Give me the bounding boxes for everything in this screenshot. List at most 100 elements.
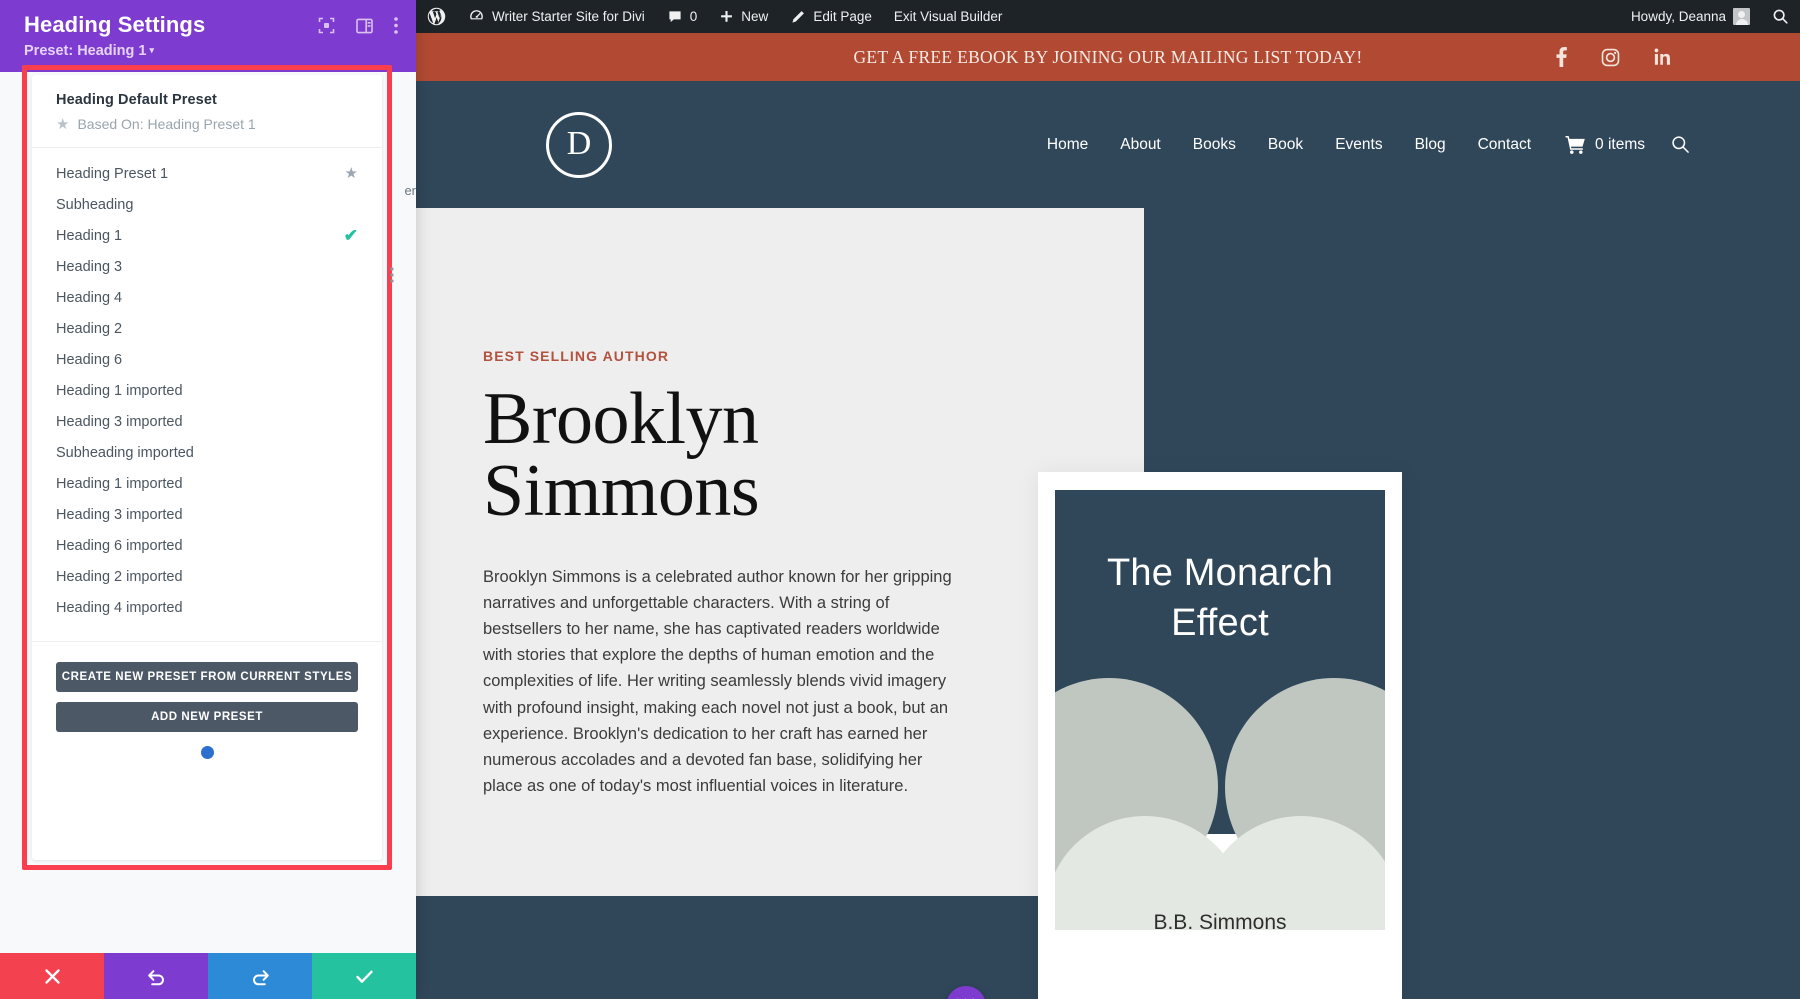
panel-action-bar <box>0 953 416 999</box>
book-title-line1: The Monarch <box>1106 552 1334 594</box>
preset-list-item[interactable]: Heading 3 <box>32 251 382 282</box>
panel-header: Heading Settings Preset: Heading 1 ▾ <box>0 0 416 72</box>
panel-body: er Heading Default Preset ★ Based On: He… <box>0 65 416 953</box>
edit-page-menu[interactable]: Edit Page <box>779 0 883 33</box>
nav-link[interactable]: Books <box>1177 136 1252 154</box>
preset-list-item[interactable]: Heading 2 <box>32 313 382 344</box>
kebab-menu-icon[interactable] <box>394 17 398 34</box>
hidden-tab-label: er <box>404 183 416 198</box>
preset-list-item-label: Heading 6 <box>56 351 123 368</box>
hero-copy: BEST SELLING AUTHOR Brooklyn Simmons Bro… <box>483 348 958 799</box>
hero-heading[interactable]: Brooklyn Simmons <box>483 382 958 528</box>
page-content: BEST SELLING AUTHOR Brooklyn Simmons Bro… <box>416 208 1800 999</box>
exit-visual-builder-label: Exit Visual Builder <box>893 9 1003 24</box>
redo-button[interactable] <box>208 953 312 999</box>
preset-list-item[interactable]: Heading 1 ✔ <box>32 220 382 251</box>
scroll-indicator <box>56 732 358 764</box>
preset-list-item[interactable]: Heading 2 imported <box>32 561 382 592</box>
facebook-icon[interactable] <box>1556 47 1567 67</box>
exit-visual-builder-button[interactable]: Exit Visual Builder <box>883 0 1014 33</box>
add-new-preset-button[interactable]: ADD NEW PRESET <box>56 702 358 732</box>
star-icon: ★ <box>56 115 70 133</box>
search-icon[interactable] <box>1761 0 1800 33</box>
create-preset-from-current-styles-button[interactable]: CREATE NEW PRESET FROM CURRENT STYLES <box>56 662 358 692</box>
preset-list-item[interactable]: Heading Preset 1 ★ <box>32 158 382 189</box>
undo-button[interactable] <box>104 953 208 999</box>
preset-list-item-label: Subheading imported <box>56 444 194 461</box>
nav-link[interactable]: Home <box>1031 136 1104 154</box>
instagram-icon[interactable] <box>1601 48 1620 67</box>
preset-list-item-label: Heading 2 <box>56 320 123 337</box>
heading-settings-panel: Heading Settings Preset: Heading 1 ▾ er … <box>0 0 416 999</box>
comments-count: 0 <box>689 9 698 24</box>
page-settings-fab[interactable]: ••• <box>946 986 986 999</box>
preset-list-item-label: Heading 1 <box>56 227 123 244</box>
preset-list-item-label: Heading 4 <box>56 289 123 306</box>
panel-preset-selector[interactable]: Preset: Heading 1 ▾ <box>24 43 392 59</box>
preset-list-item[interactable]: Heading 3 imported <box>32 499 382 530</box>
hero-eyebrow: BEST SELLING AUTHOR <box>483 348 670 364</box>
preset-list-item[interactable]: Heading 4 <box>32 282 382 313</box>
nav-link[interactable]: Events <box>1319 136 1398 154</box>
default-preset-title: Heading Default Preset <box>56 92 217 108</box>
comments-menu[interactable]: 0 <box>656 0 709 33</box>
edit-page-label: Edit Page <box>813 9 872 24</box>
cancel-button[interactable] <box>0 953 104 999</box>
account-menu[interactable]: Howdy, Deanna <box>1620 0 1761 33</box>
wordpress-admin-bar: Writer Starter Site for Divi 0 New Edit … <box>416 0 1800 33</box>
nav-link[interactable]: About <box>1104 136 1177 154</box>
book-title-line2: Effect <box>1171 602 1269 644</box>
chevron-down-icon: ▾ <box>149 45 155 55</box>
preset-list-item[interactable]: Heading 4 imported <box>32 592 382 623</box>
focus-target-icon[interactable] <box>318 17 335 34</box>
preset-list-item-label: Heading 1 imported <box>56 475 183 492</box>
new-label: New <box>741 9 769 24</box>
preset-list-item-label: Heading 3 imported <box>56 413 183 430</box>
avatar <box>1733 8 1750 25</box>
site-logo[interactable]: D <box>546 111 612 178</box>
preset-list-item[interactable]: Subheading <box>32 189 382 220</box>
app-screenshot: Heading Settings Preset: Heading 1 ▾ er … <box>0 0 1800 999</box>
default-star-icon[interactable]: ★ <box>345 166 358 181</box>
preset-list-item-label: Heading 3 <box>56 258 123 275</box>
howdy-label: Howdy, Deanna <box>1630 9 1726 24</box>
linkedin-icon[interactable] <box>1654 48 1672 66</box>
book-title: The Monarch Effect <box>1055 548 1385 648</box>
hero-heading-line2: Simmons <box>483 449 760 532</box>
social-links <box>1556 47 1672 67</box>
cart-link[interactable]: 0 items <box>1547 135 1645 154</box>
primary-nav: Home About Books Book Events Blog Contact 0 it… <box>1031 135 1690 154</box>
site-header: D Home About Books Book Events Blog Contact 0 … <box>416 81 1800 208</box>
preset-list-item-label: Heading 2 imported <box>56 568 183 585</box>
nav-link[interactable]: Book <box>1252 136 1319 154</box>
nav-link[interactable]: Blog <box>1399 136 1462 154</box>
preset-list-item[interactable]: Heading 6 imported <box>32 530 382 561</box>
default-preset-basedon: ★ Based On: Heading Preset 1 <box>56 116 358 132</box>
preset-list-item[interactable]: Heading 1 imported <box>32 375 382 406</box>
book-author: B.B. Simmons <box>1153 911 1287 930</box>
save-button[interactable] <box>312 953 416 999</box>
site-preview: GET A FREE EBOOK BY JOINING OUR MAILING … <box>416 33 1800 999</box>
panel-header-icons <box>318 17 398 34</box>
new-content-menu[interactable]: New <box>708 0 779 33</box>
panel-layout-icon[interactable] <box>356 18 373 34</box>
preset-actions: CREATE NEW PRESET FROM CURRENT STYLES AD… <box>32 642 382 788</box>
preset-list-item-label: Heading 4 imported <box>56 599 183 616</box>
default-preset-row[interactable]: Heading Default Preset ★ Based On: Headi… <box>32 75 382 148</box>
nav-link[interactable]: Contact <box>1462 136 1547 154</box>
site-search-icon[interactable] <box>1645 135 1690 154</box>
list-item-kebab-icon[interactable] <box>390 267 394 283</box>
cart-count-label: 0 items <box>1595 135 1645 153</box>
preset-list-item[interactable]: Heading 6 <box>32 344 382 375</box>
book-cover-card: The Monarch Effect B.B. Simmons <box>1038 472 1402 999</box>
selected-check-icon: ✔ <box>343 226 358 245</box>
preset-list-item[interactable]: Heading 3 imported <box>32 406 382 437</box>
book-cover: The Monarch Effect B.B. Simmons <box>1055 490 1385 930</box>
admin-bar-right: Howdy, Deanna <box>1620 0 1800 33</box>
preset-list-item[interactable]: Subheading imported <box>32 437 382 468</box>
hero-heading-line1: Brooklyn <box>483 378 759 460</box>
site-name-menu[interactable]: Writer Starter Site for Divi <box>457 0 656 33</box>
preset-list-item[interactable]: Heading 1 imported <box>32 468 382 499</box>
preset-list-item-label: Heading Preset 1 <box>56 165 169 182</box>
wordpress-logo-icon[interactable] <box>416 0 457 33</box>
